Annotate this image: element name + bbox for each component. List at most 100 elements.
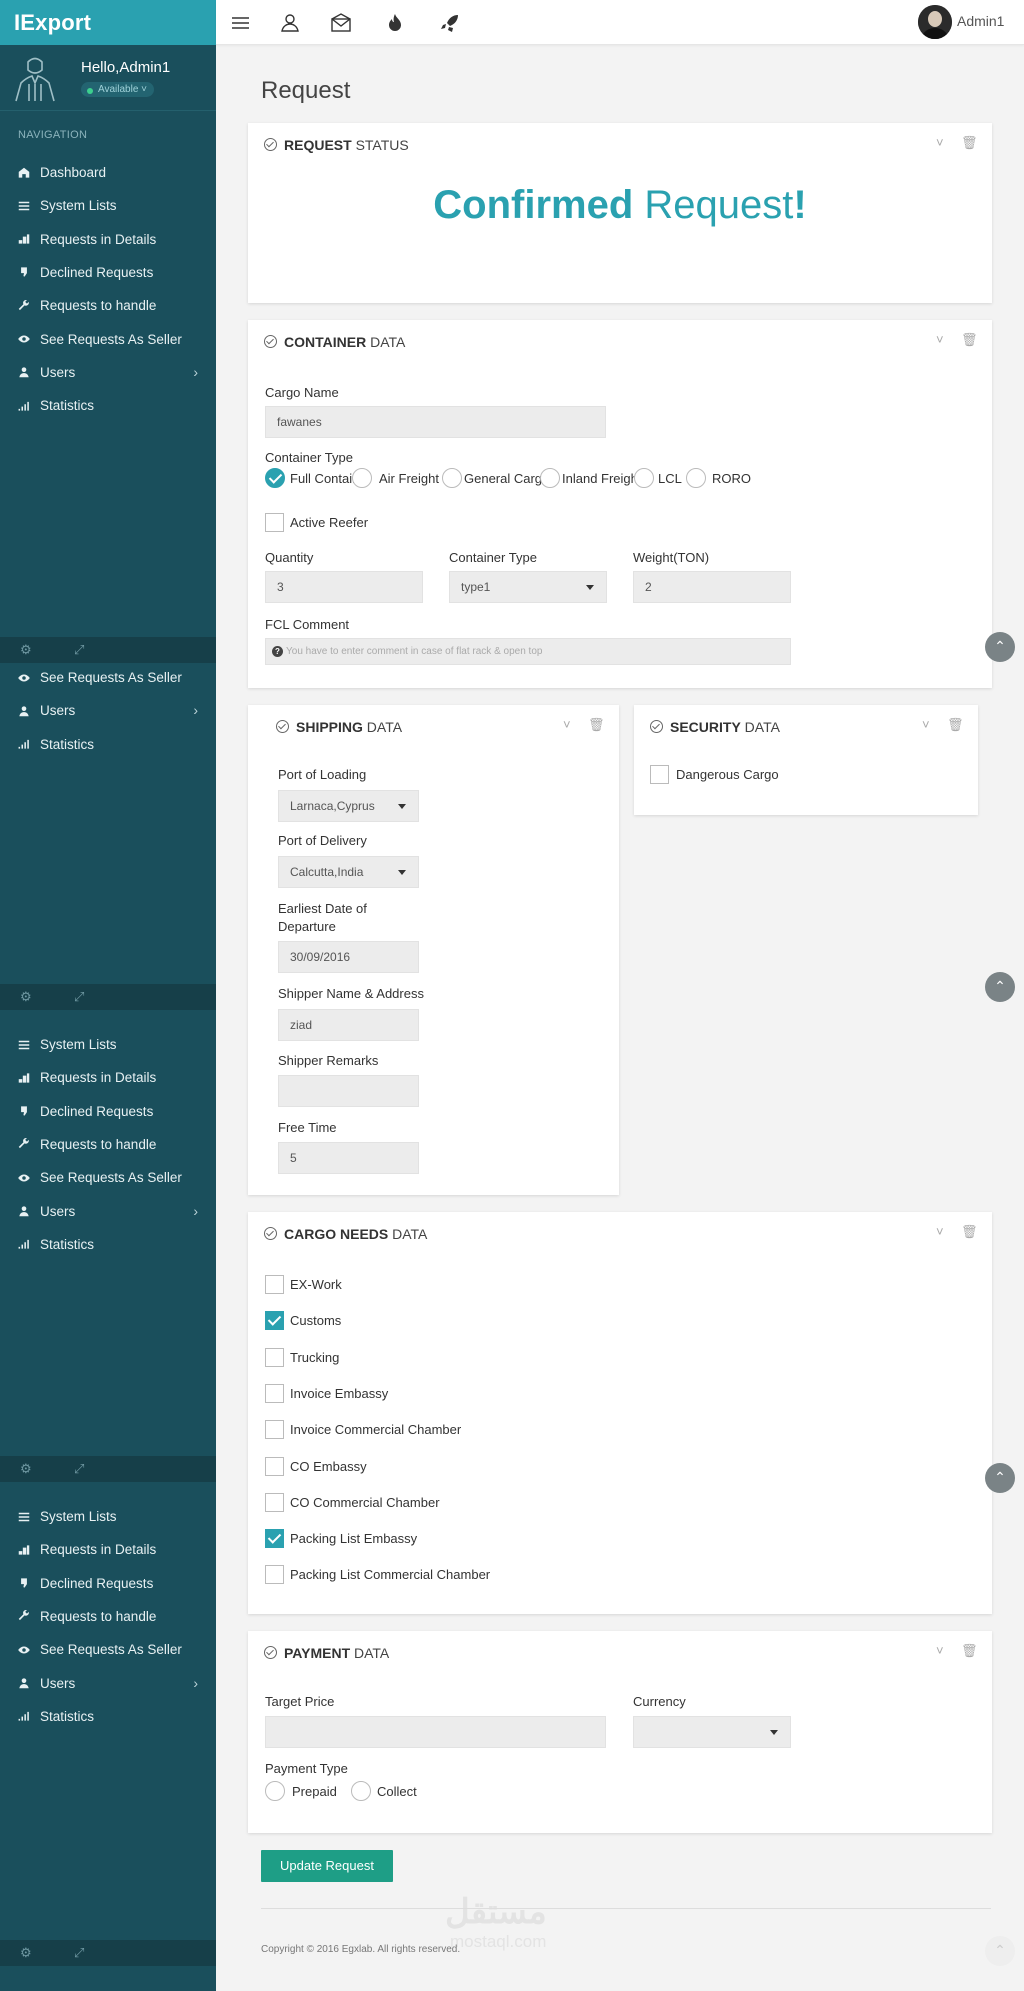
check-circle-icon (264, 1227, 277, 1240)
mail-icon[interactable] (329, 11, 353, 35)
user-greeting: Hello,Admin1 (81, 59, 171, 76)
collect-radio[interactable] (351, 1781, 371, 1801)
dangerous-cargo-checkbox[interactable] (650, 765, 669, 784)
cargo-need-checkbox[interactable] (265, 1275, 284, 1294)
cargo-need-checkbox[interactable] (265, 1456, 284, 1476)
sidebar-item-requests-to-handle[interactable]: Requests to handle (0, 1600, 216, 1633)
sidebar-item-system-lists[interactable]: System Lists (0, 189, 216, 222)
trash-icon[interactable]: 🗑 (961, 1224, 978, 1240)
cargo-need-checkbox[interactable] (265, 1492, 284, 1512)
currency-select[interactable] (633, 1716, 791, 1748)
sidebar-item-requests-in-details[interactable]: Requests in Details (0, 1061, 216, 1094)
admin-avatar[interactable] (918, 5, 952, 39)
cargo-need-checkbox[interactable] (265, 1565, 284, 1585)
sidebar-item-label: System Lists (40, 198, 117, 214)
admin-name[interactable]: Admin1 (957, 13, 1004, 29)
weight-input[interactable]: 2 (633, 571, 791, 603)
gear-icon[interactable]: ⚙ (20, 1461, 32, 1477)
sidebar-item-see-requests-as-seller[interactable]: See Requests As Seller (0, 323, 216, 356)
departure-date-input[interactable]: 30/09/2016 (278, 941, 419, 973)
prepaid-radio[interactable] (265, 1781, 285, 1801)
cargo-need-checkbox[interactable] (265, 1347, 284, 1367)
update-request-button[interactable]: Update Request (261, 1850, 393, 1882)
sidebar-item-see-requests-as-seller[interactable]: See Requests As Seller (0, 661, 216, 694)
collapse-icon[interactable]: ˅ (922, 717, 930, 732)
sidebar-item-see-requests-as-seller[interactable]: See Requests As Seller (0, 1161, 216, 1194)
sidebar-item-requests-to-handle[interactable]: Requests to handle (0, 289, 216, 322)
fire-icon[interactable] (383, 11, 407, 35)
cargo-need-checkbox[interactable] (265, 1420, 284, 1440)
free-time-input[interactable]: 5 (278, 1142, 419, 1174)
container-type-radio-air-freight[interactable] (352, 468, 372, 488)
container-type-radio-lcl[interactable] (634, 468, 654, 488)
gear-icon[interactable]: ⚙ (20, 642, 32, 658)
sidebar-item-statistics[interactable]: Statistics (0, 1700, 216, 1733)
container-type-radio-general-cargo[interactable] (442, 468, 462, 488)
brand-logo[interactable]: IExport (0, 0, 216, 45)
quantity-input[interactable]: 3 (265, 571, 423, 603)
container-type-radio-roro[interactable] (686, 468, 706, 488)
cargo-need-checkbox[interactable] (265, 1311, 284, 1331)
trash-icon[interactable]: 🗑 (961, 1643, 978, 1659)
gear-icon[interactable]: ⚙ (20, 1945, 32, 1961)
collapse-icon[interactable]: ˅ (936, 1643, 944, 1658)
container-type-radio-inland-freight[interactable] (540, 468, 560, 488)
trash-icon[interactable]: 🗑 (961, 135, 978, 151)
shipper-remarks-input[interactable] (278, 1075, 419, 1107)
sidebar-item-statistics[interactable]: Statistics (0, 728, 216, 761)
departure-label-line1: Earliest Date of (278, 901, 367, 916)
container-type-radio-full-container[interactable] (265, 468, 285, 488)
sidebar-item-declined-requests[interactable]: Declined Requests (0, 256, 216, 289)
user-icon[interactable] (278, 11, 302, 35)
user-icon (16, 694, 32, 727)
collapse-icon[interactable]: ˅ (563, 717, 571, 732)
sidebar-item-statistics[interactable]: Statistics (0, 389, 216, 422)
sidebar-item-requests-in-details[interactable]: Requests in Details (0, 223, 216, 256)
shipper-input[interactable]: ziad (278, 1009, 419, 1041)
sidebar-item-statistics[interactable]: Statistics (0, 1228, 216, 1261)
sidebar-footer: ⚙ ⤢ (0, 1940, 216, 1966)
sidebar-item-users[interactable]: Users › (0, 1195, 216, 1228)
gear-icon[interactable]: ⚙ (20, 989, 32, 1005)
sidebar-item-see-requests-as-seller[interactable]: See Requests As Seller (0, 1633, 216, 1666)
sidebar-item-declined-requests[interactable]: Declined Requests (0, 1567, 216, 1600)
scroll-top-button[interactable]: ⌃ (985, 1936, 1015, 1966)
sidebar-item-dashboard[interactable]: Dashboard (0, 156, 216, 189)
sidebar-item-users[interactable]: Users › (0, 1667, 216, 1700)
trash-icon[interactable]: 🗑 (961, 332, 978, 348)
active-reefer-checkbox[interactable] (265, 513, 284, 532)
sidebar-item-system-lists[interactable]: System Lists (0, 1028, 216, 1061)
trash-icon[interactable]: 🗑 (588, 717, 605, 733)
fullscreen-icon[interactable]: ⤢ (74, 642, 84, 658)
fullscreen-icon[interactable]: ⤢ (74, 989, 84, 1005)
fullscreen-icon[interactable]: ⤢ (74, 1945, 84, 1961)
cargo-needs-panel: CARGO NEEDS DATA ˅ 🗑 EX-Work Customs Truck… (248, 1212, 992, 1614)
fullscreen-icon[interactable]: ⤢ (74, 1461, 84, 1477)
collapse-icon[interactable]: ˅ (936, 1224, 944, 1239)
sidebar-item-requests-to-handle[interactable]: Requests to handle (0, 1128, 216, 1161)
container-type-select[interactable]: type1 (449, 571, 607, 603)
sidebar-item-system-lists[interactable]: System Lists (0, 1500, 216, 1533)
scroll-top-button[interactable]: ⌃ (985, 1463, 1015, 1493)
trash-icon[interactable]: 🗑 (947, 717, 964, 733)
signal-icon (16, 389, 32, 422)
fcl-comment-input[interactable]: ? You have to enter comment in case of f… (265, 638, 791, 665)
cargo-name-input[interactable]: fawanes (265, 406, 606, 438)
status-dropdown[interactable]: Available ˅ (81, 82, 155, 97)
sidebar-item-requests-in-details[interactable]: Requests in Details (0, 1533, 216, 1566)
target-price-input[interactable] (265, 1716, 606, 1748)
port-loading-select[interactable]: Larnaca,Cyprus (278, 790, 419, 822)
collapse-icon[interactable]: ˅ (936, 135, 944, 150)
menu-icon[interactable] (228, 11, 252, 35)
chevron-right-icon: › (193, 1674, 198, 1691)
collapse-icon[interactable]: ˅ (936, 332, 944, 347)
port-delivery-select[interactable]: Calcutta,India (278, 856, 419, 888)
scroll-top-button[interactable]: ⌃ (985, 972, 1015, 1002)
sidebar-item-users[interactable]: Users › (0, 694, 216, 727)
scroll-top-button[interactable]: ⌃ (985, 632, 1015, 662)
rocket-icon[interactable] (438, 11, 462, 35)
cargo-need-checkbox[interactable] (265, 1383, 284, 1403)
sidebar-item-declined-requests[interactable]: Declined Requests (0, 1095, 216, 1128)
sidebar-item-users[interactable]: Users › (0, 356, 216, 389)
cargo-need-checkbox[interactable] (265, 1529, 284, 1549)
